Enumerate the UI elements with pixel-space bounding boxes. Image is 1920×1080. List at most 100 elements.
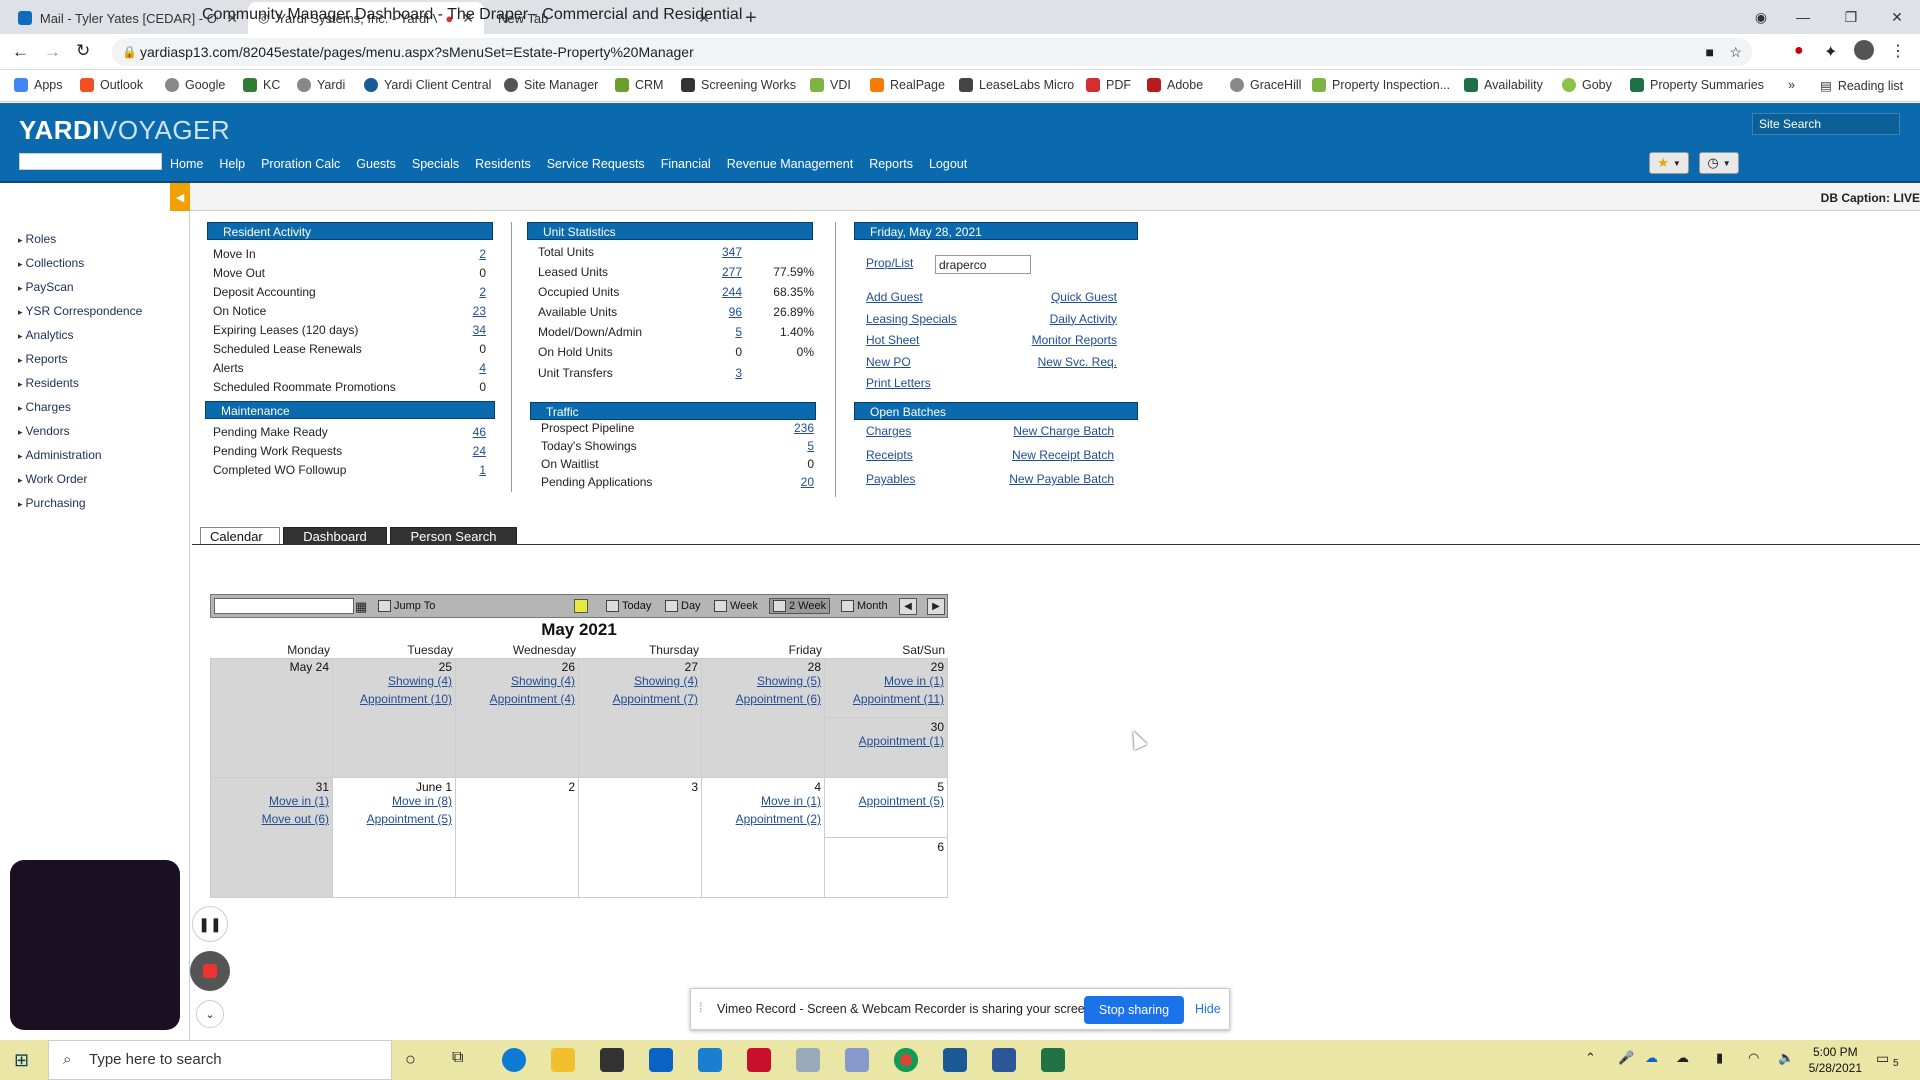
bookmark-google[interactable]: Google [165,78,225,92]
task-view-icon[interactable]: ⧉ [452,1049,463,1067]
property-input[interactable]: draperco [935,255,1031,274]
batch-link[interactable]: Receipts [866,448,913,462]
maintenance-count-link[interactable]: 1 [446,463,486,477]
bookmark-apps[interactable]: Apps [14,78,63,92]
next-icon[interactable]: ▶ [927,598,945,615]
site-search-input[interactable]: Site Search [1752,113,1900,135]
wifi-icon[interactable]: ◠ [1748,1050,1759,1066]
collapse-recorder-button[interactable]: ⌄ [196,1000,224,1028]
quick-link[interactable]: Monitor Reports [960,333,1117,347]
nav-help[interactable]: Help [219,157,245,171]
cortana-icon[interactable]: ○ [405,1049,416,1070]
stop-recording-button[interactable] [190,951,230,991]
avatar[interactable] [1854,40,1874,60]
bookmark-yardi-client-central[interactable]: Yardi Client Central [364,78,491,92]
extensions-icon[interactable]: ✦ [1824,42,1837,62]
nav-specials[interactable]: Specials [412,157,459,171]
quick-link[interactable]: New PO [866,355,911,369]
batch-link[interactable]: Charges [866,424,911,438]
new-batch-link[interactable]: New Receipt Batch [960,448,1114,462]
tab-calendar[interactable]: Calendar [200,527,280,545]
taskbar-clock[interactable]: 5:00 PM 5/28/2021 [1809,1044,1862,1076]
quick-link[interactable]: Print Letters [866,376,931,390]
stop-sharing-button[interactable]: Stop sharing [1084,996,1184,1024]
menu-item-payscan[interactable]: PayScan [18,280,74,294]
nav-residents[interactable]: Residents [475,157,531,171]
maintenance-count-link[interactable]: 24 [446,444,486,458]
minimize-icon[interactable]: — [1780,0,1826,34]
bookmark-goby[interactable]: Goby [1562,78,1612,92]
traffic-count-link[interactable]: 20 [774,475,814,489]
bookmark-availability[interactable]: Availability [1464,78,1543,92]
today-button[interactable]: Today [606,600,651,612]
traffic-count-link[interactable]: 236 [774,421,814,435]
refresh-icon[interactable] [574,599,588,613]
week-view-button[interactable]: Week [714,600,758,612]
bookmark-star-icon[interactable]: ☆ [1729,38,1742,66]
bookmark-property-summaries[interactable]: Property Summaries [1630,78,1764,92]
bookmarks-overflow[interactable]: » [1788,78,1795,92]
menu-item-collections[interactable]: Collections [18,256,85,270]
quick-link[interactable]: New Svc. Req. [960,355,1117,369]
bookmark-outlook[interactable]: Outlook [80,78,143,92]
edge-icon[interactable] [502,1048,526,1072]
month-view-button[interactable]: Month [841,600,888,612]
two-week-view-button[interactable]: 2 Week [769,598,831,614]
onedrive-personal-icon[interactable]: ☁ [1676,1050,1689,1066]
microphone-icon[interactable]: 🎤 [1618,1050,1634,1066]
resident-activity-count-link[interactable]: 4 [446,361,486,375]
day-view-button[interactable]: Day [665,600,701,612]
resident-activity-count-link[interactable]: 23 [446,304,486,318]
forward-icon[interactable]: → [44,42,61,62]
previous-icon[interactable]: ◀ [899,598,917,615]
unit-count-link[interactable]: 244 [702,285,742,299]
nav-home[interactable]: Home [170,157,203,171]
recorder-extension-icon[interactable]: ● [1794,42,1804,60]
quick-link[interactable]: Hot Sheet [866,333,919,347]
favorites-button[interactable]: ★ ▼ [1649,152,1689,174]
menu-item-charges[interactable]: Charges [18,400,71,414]
unit-count-link[interactable]: 3 [702,366,742,380]
history-button[interactable]: ◷ ▼ [1699,152,1739,174]
back-icon[interactable]: ← [12,42,29,62]
jump-to-button[interactable]: Jump To [378,600,435,612]
bookmark-pdf[interactable]: PDF [1086,78,1131,92]
profile-menu-icon[interactable]: ◉ [1738,0,1784,34]
bookmark-screening-works[interactable]: Screening Works [681,78,796,92]
menu-item-roles[interactable]: Roles [18,232,57,246]
camera-icon[interactable]: ■ [1706,38,1714,66]
bookmark-adobe[interactable]: Adobe [1147,78,1203,92]
chrome-icon[interactable] [894,1048,918,1072]
menu-item-administration[interactable]: Administration [18,448,102,462]
unit-count-link[interactable]: 347 [702,245,742,259]
store-icon[interactable] [600,1048,624,1072]
quick-link[interactable]: Quick Guest [960,290,1117,304]
traffic-count-link[interactable]: 5 [774,439,814,453]
menu-item-vendors[interactable]: Vendors [18,424,70,438]
batch-link[interactable]: Payables [866,472,915,486]
quick-link[interactable]: Leasing Specials [866,312,957,326]
url-input[interactable]: 🔒 yardiasp13.com/82045estate/pages/menu.… [112,38,1752,66]
new-batch-link[interactable]: New Charge Batch [960,424,1114,438]
menu-item-reports[interactable]: Reports [18,352,68,366]
file-explorer-icon[interactable] [551,1048,575,1072]
paint-icon[interactable] [845,1048,869,1072]
notifications-icon[interactable]: ▭ [1876,1050,1889,1067]
mcafee-icon[interactable] [747,1048,771,1072]
snipping-icon[interactable] [796,1048,820,1072]
window-close-icon[interactable]: ✕ [1874,0,1920,34]
bookmark-leaselabs[interactable]: LeaseLabs Micro [959,78,1074,92]
unit-count-link[interactable]: 277 [702,265,742,279]
calendar-picker-icon[interactable]: ▦ [355,599,367,615]
quick-link[interactable]: Daily Activity [960,312,1117,326]
new-batch-link[interactable]: New Payable Batch [960,472,1114,486]
nav-financial[interactable]: Financial [661,157,711,171]
word-icon[interactable] [992,1048,1016,1072]
nav-reports[interactable]: Reports [869,157,913,171]
collapse-menu-button[interactable]: ◀ [170,183,190,211]
app-l-icon[interactable] [698,1048,722,1072]
resident-activity-count-link[interactable]: 2 [446,247,486,261]
menu-item-residents[interactable]: Residents [18,376,79,390]
bookmark-realpage[interactable]: RealPage [870,78,945,92]
tab-dashboard[interactable]: Dashboard [283,527,387,545]
